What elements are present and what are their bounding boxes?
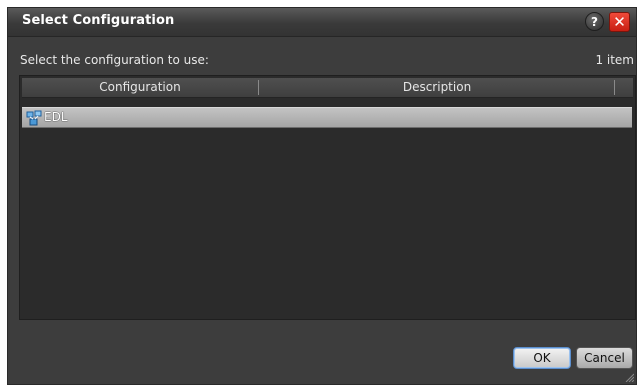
instruction-label: Select the configuration to use:: [20, 53, 209, 67]
help-icon: ?: [591, 15, 598, 29]
column-header-description[interactable]: Description: [260, 78, 614, 97]
configuration-icon: [26, 110, 42, 126]
close-icon: ✕: [613, 13, 626, 31]
configuration-name: EDL: [44, 110, 68, 124]
column-divider[interactable]: [614, 80, 615, 95]
dialog-title: Select Configuration: [22, 13, 175, 28]
help-button[interactable]: ?: [585, 12, 604, 31]
column-header-configuration[interactable]: Configuration: [22, 78, 258, 97]
resize-grip-icon[interactable]: [624, 372, 634, 382]
cancel-button[interactable]: Cancel: [576, 347, 633, 369]
configuration-list[interactable]: Configuration Description EDL: [19, 75, 636, 320]
ok-button[interactable]: OK: [513, 347, 571, 369]
close-button[interactable]: ✕: [609, 12, 630, 32]
list-item[interactable]: EDL: [22, 107, 632, 128]
select-configuration-dialog: Select Configuration ? ✕ Select the conf…: [7, 7, 637, 385]
item-count: 1 item: [595, 53, 634, 67]
column-divider[interactable]: [258, 80, 259, 95]
list-header: Configuration Description: [22, 78, 633, 98]
dialog-titlebar[interactable]: Select Configuration ? ✕: [8, 8, 636, 37]
